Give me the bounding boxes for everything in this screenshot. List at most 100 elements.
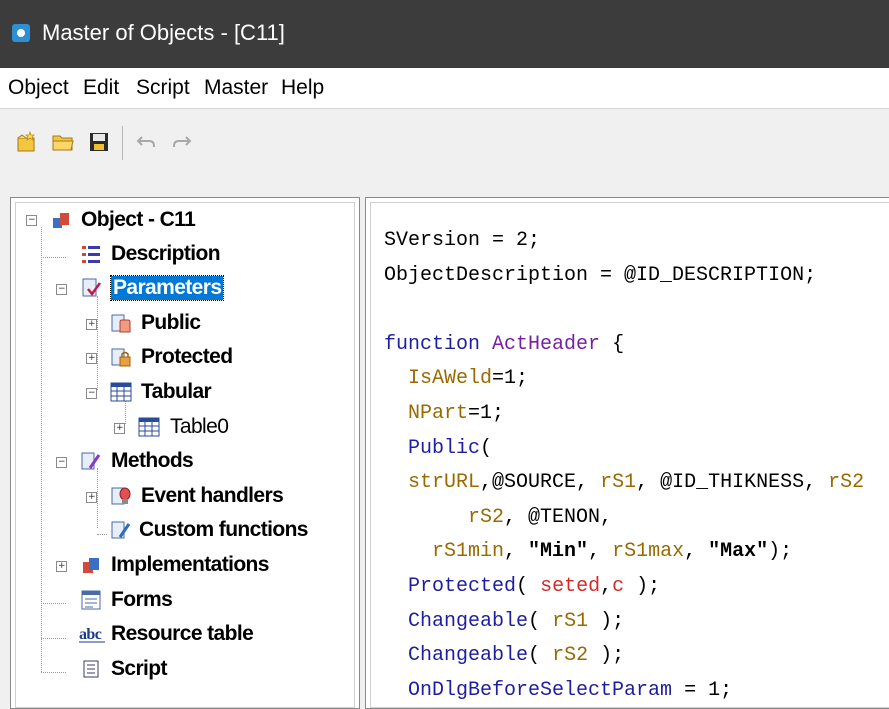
window-title: Master of Objects - [C11] — [42, 20, 285, 45]
expand-icon[interactable]: + — [86, 492, 97, 503]
code-text: =1; — [492, 367, 529, 391]
code-var: rS1 — [600, 471, 637, 495]
tree-node-implementations[interactable]: + Implementations — [56, 551, 306, 581]
tree-label-protected: Protected — [141, 345, 233, 368]
code-keyword-protected: Protected — [408, 574, 517, 598]
tree-node-custom-functions[interactable]: Custom functions — [86, 516, 308, 546]
code-function-name: ActHeader — [492, 332, 601, 356]
code-text: , @ID_THIKNESS, — [636, 471, 829, 495]
tree-label-implementations: Implementations — [111, 553, 269, 576]
tree-node-methods[interactable]: − Methods — [56, 447, 306, 477]
tree-label-forms: Forms — [111, 588, 173, 611]
code-text: ( — [516, 574, 541, 598]
custom-function-icon — [111, 521, 131, 539]
menu-object[interactable]: Object — [8, 76, 69, 100]
code-text: , — [588, 540, 613, 564]
expand-icon[interactable]: + — [86, 353, 97, 364]
code-text: , @TENON, — [504, 505, 613, 529]
collapse-icon[interactable]: − — [56, 457, 67, 468]
abc-icon: abc — [79, 626, 105, 643]
expand-icon[interactable]: + — [114, 423, 125, 434]
undo-icon[interactable] — [134, 130, 158, 154]
tree-node-event-handlers[interactable]: + Event handlers — [86, 482, 306, 512]
menu-bar: Object Edit Script Master Help — [0, 68, 889, 109]
expand-icon[interactable]: + — [56, 561, 67, 572]
tree-line — [41, 227, 42, 672]
parameters-icon — [82, 278, 102, 297]
code-line-2: ObjectDescription = @ID_DESCRIPTION; — [384, 263, 817, 287]
code-text: ( — [480, 436, 493, 460]
code-text: ,@SOURCE, — [480, 471, 601, 495]
redo-icon[interactable] — [170, 130, 194, 154]
tree-node-description[interactable]: Description — [56, 240, 306, 270]
table-icon — [110, 382, 132, 402]
code-var: strURL — [408, 471, 481, 495]
event-handler-icon — [111, 487, 131, 505]
menu-master[interactable]: Master — [204, 76, 268, 100]
tree-label-event-handlers: Event handlers — [141, 484, 284, 507]
code-text: { — [600, 332, 625, 356]
tree-node-root[interactable]: − Object - C11 — [26, 206, 326, 236]
code-keyword-function: function — [384, 332, 481, 356]
menu-edit[interactable]: Edit — [83, 76, 119, 100]
code-keyword-public: Public — [408, 436, 481, 460]
toolbar-separator — [122, 126, 123, 160]
collapse-icon[interactable]: − — [86, 388, 97, 399]
protected-lock-icon — [111, 348, 131, 367]
code-keyword-changeable: Changeable — [408, 644, 529, 668]
open-folder-icon[interactable] — [51, 130, 75, 154]
code-var: NPart — [408, 401, 469, 425]
code-text: , — [600, 574, 613, 598]
svg-text:abc: abc — [79, 626, 102, 643]
code-var: rS2 — [552, 644, 589, 668]
code-var: rS2 — [828, 471, 865, 495]
code-text: ); — [624, 574, 661, 598]
code-text: ); — [588, 644, 625, 668]
tree-label-root: Object - C11 — [81, 208, 196, 231]
list-icon — [82, 246, 100, 263]
tree-node-script[interactable]: Script — [56, 655, 306, 685]
code-text: =1; — [468, 401, 505, 425]
code-text: ); — [768, 540, 793, 564]
tree-label-parameters: Parameters — [109, 275, 225, 301]
collapse-icon[interactable]: − — [26, 215, 37, 226]
script-code[interactable]: SVersion = 2; ObjectDescription = @ID_DE… — [384, 224, 864, 708]
script-icon — [83, 660, 99, 678]
expand-icon[interactable]: + — [86, 319, 97, 330]
code-text: ); — [588, 609, 625, 633]
menu-help[interactable]: Help — [281, 76, 324, 100]
tree-node-parameters[interactable]: − Parameters — [56, 274, 306, 304]
save-icon[interactable] — [87, 130, 111, 154]
new-icon[interactable] — [14, 130, 38, 154]
collapse-icon[interactable]: − — [56, 284, 67, 295]
tree-label-custom-functions: Custom functions — [139, 518, 308, 541]
menu-script[interactable]: Script — [136, 76, 190, 100]
code-keyword-changeable: Changeable — [408, 609, 529, 633]
code-var: rS1min — [432, 540, 505, 564]
tree-node-protected[interactable]: + Protected — [86, 343, 306, 373]
code-text: ( — [528, 609, 553, 633]
public-hand-icon — [111, 314, 131, 333]
code-var: rS1 — [552, 609, 589, 633]
code-keyword: OnDlgBeforeSelectParam — [408, 678, 673, 702]
tree-node-forms[interactable]: Forms — [56, 586, 306, 616]
tree-node-public[interactable]: + Public — [86, 309, 306, 339]
tree-label-methods: Methods — [111, 449, 194, 472]
code-var: IsAWeld — [408, 367, 493, 391]
app-gear-icon — [12, 24, 30, 42]
table-icon — [138, 417, 160, 437]
forms-icon — [81, 590, 101, 610]
code-var: seted — [540, 574, 601, 598]
tree-label-table0: Table0 — [170, 415, 229, 438]
tree-node-tabular[interactable]: − Tabular — [86, 378, 306, 408]
methods-icon — [81, 452, 101, 470]
object-icon — [53, 213, 69, 228]
code-text: , — [504, 540, 529, 564]
title-bar: Master of Objects - [C11] — [0, 0, 889, 68]
code-string: "Min" — [528, 540, 589, 564]
code-string: "Max" — [708, 540, 769, 564]
tree-label-script: Script — [111, 657, 168, 680]
tree-node-table0[interactable]: + Table0 — [114, 413, 314, 443]
code-line-1: SVersion = 2; — [384, 229, 541, 252]
tree-node-resource-table[interactable]: abc Resource table — [56, 620, 306, 650]
